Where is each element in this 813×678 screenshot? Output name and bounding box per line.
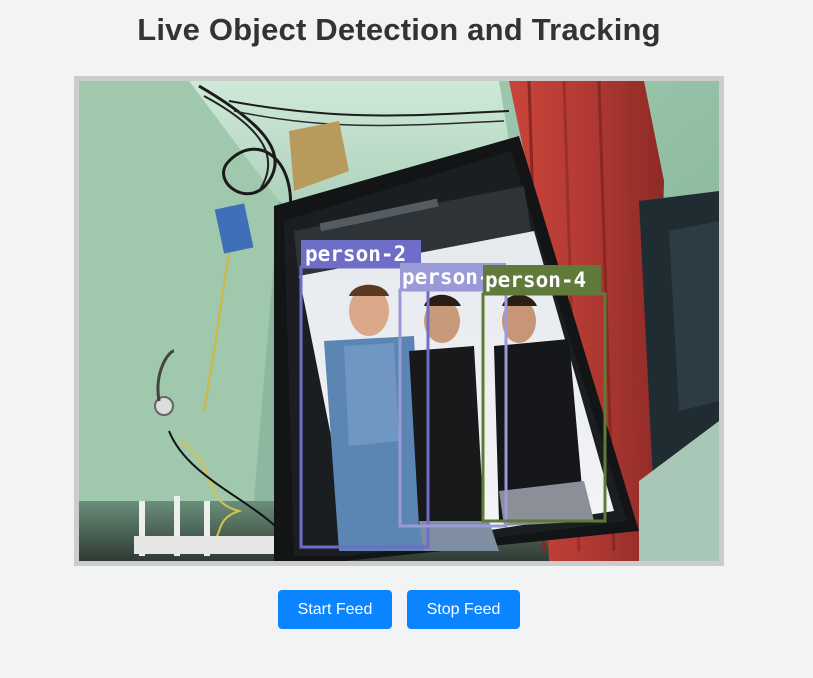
video-feed: person-2 person-3 person-4 — [74, 76, 724, 566]
detection-label-person-4: person-4 — [485, 268, 586, 292]
detection-label-person-2: person-2 — [305, 242, 406, 266]
stop-feed-button[interactable]: Stop Feed — [407, 590, 520, 629]
page-title: Live Object Detection and Tracking — [137, 12, 661, 47]
camera-image: person-2 person-3 person-4 — [79, 81, 719, 561]
start-feed-button[interactable]: Start Feed — [278, 590, 392, 629]
